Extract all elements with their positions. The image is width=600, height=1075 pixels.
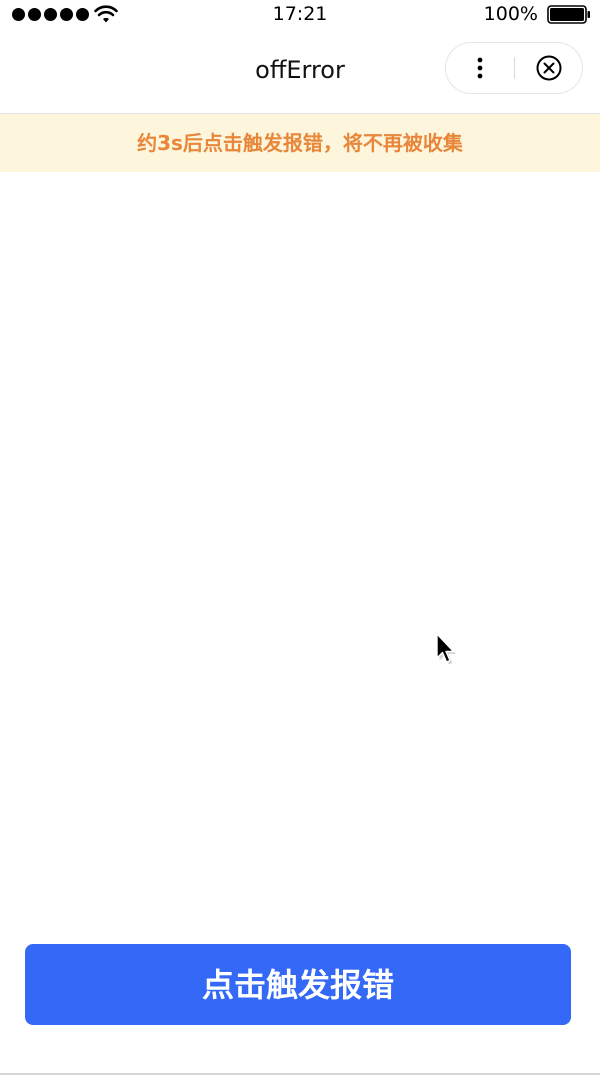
trigger-error-button[interactable]: 点击触发报错 [25,944,571,1025]
notice-banner: 约3s后点击触发报错，将不再被收集 [0,114,600,172]
battery-icon [547,5,590,24]
battery-percent: 100% [483,3,538,25]
more-button[interactable] [446,43,514,93]
more-vertical-icon [477,57,483,79]
app-screen: 17:21 100% offError 约3s后点击触发报错，将不再被收集 点击… [0,0,600,1075]
navigation-bar: offError [0,30,600,114]
status-bar: 17:21 100% [0,0,600,30]
mouse-cursor-icon [436,633,456,665]
close-button[interactable] [515,43,583,93]
capsule-menu [445,42,583,94]
close-circle-icon [536,55,562,81]
